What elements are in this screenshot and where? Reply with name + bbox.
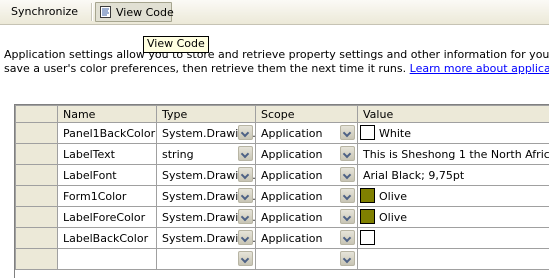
description-line-2-text: save a user's color preferences, then re… — [4, 62, 406, 75]
settings-grid: Name Type Scope Value Panel1BackColorSys… — [14, 104, 549, 278]
setting-scope-combo[interactable]: Application — [256, 186, 358, 207]
setting-value-cell[interactable]: Arial Black; 9,75pt — [358, 165, 549, 186]
setting-name: LabelForeColor — [58, 208, 156, 227]
row-selector-header[interactable] — [16, 106, 58, 123]
setting-type-combo[interactable]: System.Drawing.Color — [157, 207, 256, 228]
color-swatch — [360, 188, 375, 203]
view-code-tooltip: View Code — [143, 36, 209, 53]
color-swatch — [360, 230, 375, 245]
description-line-1: Application settings allow you to store … — [4, 48, 549, 62]
setting-type-combo[interactable]: System.Drawing.Color — [157, 186, 256, 207]
row-selector[interactable] — [16, 165, 58, 186]
synchronize-button[interactable]: Synchronize — [5, 2, 82, 22]
setting-value: Arial Black; 9,75pt — [358, 166, 549, 185]
setting-value: Olive — [358, 208, 549, 227]
column-header-type[interactable]: Type — [157, 106, 256, 123]
new-setting-value-cell[interactable] — [358, 249, 549, 270]
setting-type-combo[interactable]: System.Drawing.Font — [157, 165, 256, 186]
setting-name-cell[interactable]: Panel1BackColor — [58, 123, 157, 144]
setting-value-cell[interactable]: White — [358, 123, 549, 144]
scope-dropdown-icon[interactable] — [340, 230, 355, 245]
scope-dropdown-icon[interactable] — [340, 209, 355, 224]
settings-row[interactable]: Panel1BackColorSystem.Drawing.ColorAppli… — [16, 123, 549, 144]
view-code-label: View Code — [116, 6, 174, 19]
row-selector[interactable] — [16, 186, 58, 207]
setting-value-cell[interactable]: This is Sheshong 1 the North Africa empl… — [358, 144, 549, 165]
setting-name: Form1Color — [58, 187, 156, 206]
setting-name-cell[interactable]: LabelForeColor — [58, 207, 157, 228]
designer-toolbar: Synchronize View Code — [0, 0, 549, 25]
settings-row[interactable]: Form1ColorSystem.Drawing.ColorApplicatio… — [16, 186, 549, 207]
scope-dropdown-icon[interactable] — [340, 125, 355, 140]
setting-type-combo[interactable]: System.Drawing.Color — [157, 228, 256, 249]
settings-row[interactable]: LabelBackColorSystem.Drawing.ColorApplic… — [16, 228, 549, 249]
color-swatch — [360, 209, 375, 224]
toolbar-separator — [91, 3, 93, 21]
type-dropdown-icon[interactable] — [238, 167, 253, 182]
setting-name-cell[interactable]: LabelBackColor — [58, 228, 157, 249]
view-code-icon — [100, 6, 111, 18]
row-selector[interactable] — [16, 228, 58, 249]
setting-value-cell[interactable]: Olive — [358, 207, 549, 228]
setting-name: LabelBackColor — [58, 229, 156, 248]
row-selector[interactable] — [16, 144, 58, 165]
view-code-button[interactable]: View Code — [95, 2, 172, 22]
column-header-name[interactable]: Name — [58, 106, 157, 123]
type-dropdown-icon[interactable] — [238, 188, 253, 203]
scope-dropdown-icon[interactable] — [340, 251, 355, 266]
settings-row[interactable]: LabelFontSystem.Drawing.FontApplicationA… — [16, 165, 549, 186]
type-dropdown-icon[interactable] — [238, 230, 253, 245]
scope-dropdown-icon[interactable] — [340, 146, 355, 161]
learn-more-link[interactable]: Learn more about application settings... — [410, 62, 549, 75]
type-dropdown-icon[interactable] — [238, 209, 253, 224]
settings-description: Application settings allow you to store … — [4, 48, 549, 76]
new-settings-row[interactable]: * — [16, 249, 549, 270]
new-setting-scope-combo[interactable] — [256, 249, 358, 270]
setting-value: White — [358, 124, 549, 143]
setting-name: LabelText — [58, 145, 156, 164]
setting-scope-combo[interactable]: Application — [256, 228, 358, 249]
synchronize-label: Synchronize — [11, 5, 78, 18]
row-selector[interactable] — [16, 207, 58, 228]
setting-name-cell[interactable]: Form1Color — [58, 186, 157, 207]
new-setting-name-cell[interactable] — [58, 249, 157, 270]
setting-name: LabelFont — [58, 166, 156, 185]
setting-scope-combo[interactable]: Application — [256, 165, 358, 186]
setting-scope-combo[interactable]: Application — [256, 123, 358, 144]
settings-row[interactable]: LabelForeColorSystem.Drawing.ColorApplic… — [16, 207, 549, 228]
setting-value: Olive — [358, 187, 549, 206]
scope-dropdown-icon[interactable] — [340, 167, 355, 182]
setting-name: Panel1BackColor — [58, 124, 156, 143]
scope-dropdown-icon[interactable] — [340, 188, 355, 203]
setting-value-cell[interactable]: Olive — [358, 186, 549, 207]
new-row-star-icon: * — [16, 252, 17, 266]
description-line-2: save a user's color preferences, then re… — [4, 62, 549, 76]
setting-name-cell[interactable]: LabelText — [58, 144, 157, 165]
type-dropdown-icon[interactable] — [238, 146, 253, 161]
type-dropdown-icon[interactable] — [238, 125, 253, 140]
setting-scope-combo[interactable]: Application — [256, 207, 358, 228]
column-header-value[interactable]: Value — [358, 106, 549, 123]
setting-scope-combo[interactable]: Application — [256, 144, 358, 165]
setting-name-cell[interactable]: LabelFont — [58, 165, 157, 186]
setting-type-combo[interactable]: System.Drawing.Color — [157, 123, 256, 144]
setting-type-combo[interactable]: string — [157, 144, 256, 165]
color-swatch — [360, 125, 375, 140]
setting-value: This is Sheshong 1 the North Africa empl… — [358, 145, 549, 164]
setting-value-cell[interactable] — [358, 228, 549, 249]
new-setting-type-combo[interactable] — [157, 249, 256, 270]
column-header-scope[interactable]: Scope — [256, 106, 358, 123]
type-dropdown-icon[interactable] — [238, 251, 253, 266]
settings-table: Name Type Scope Value Panel1BackColorSys… — [15, 105, 549, 270]
new-row-selector[interactable]: * — [16, 249, 58, 270]
settings-row[interactable]: LabelTextstringApplicationThis is Shesho… — [16, 144, 549, 165]
grid-header-row: Name Type Scope Value — [16, 106, 549, 123]
row-selector[interactable] — [16, 123, 58, 144]
